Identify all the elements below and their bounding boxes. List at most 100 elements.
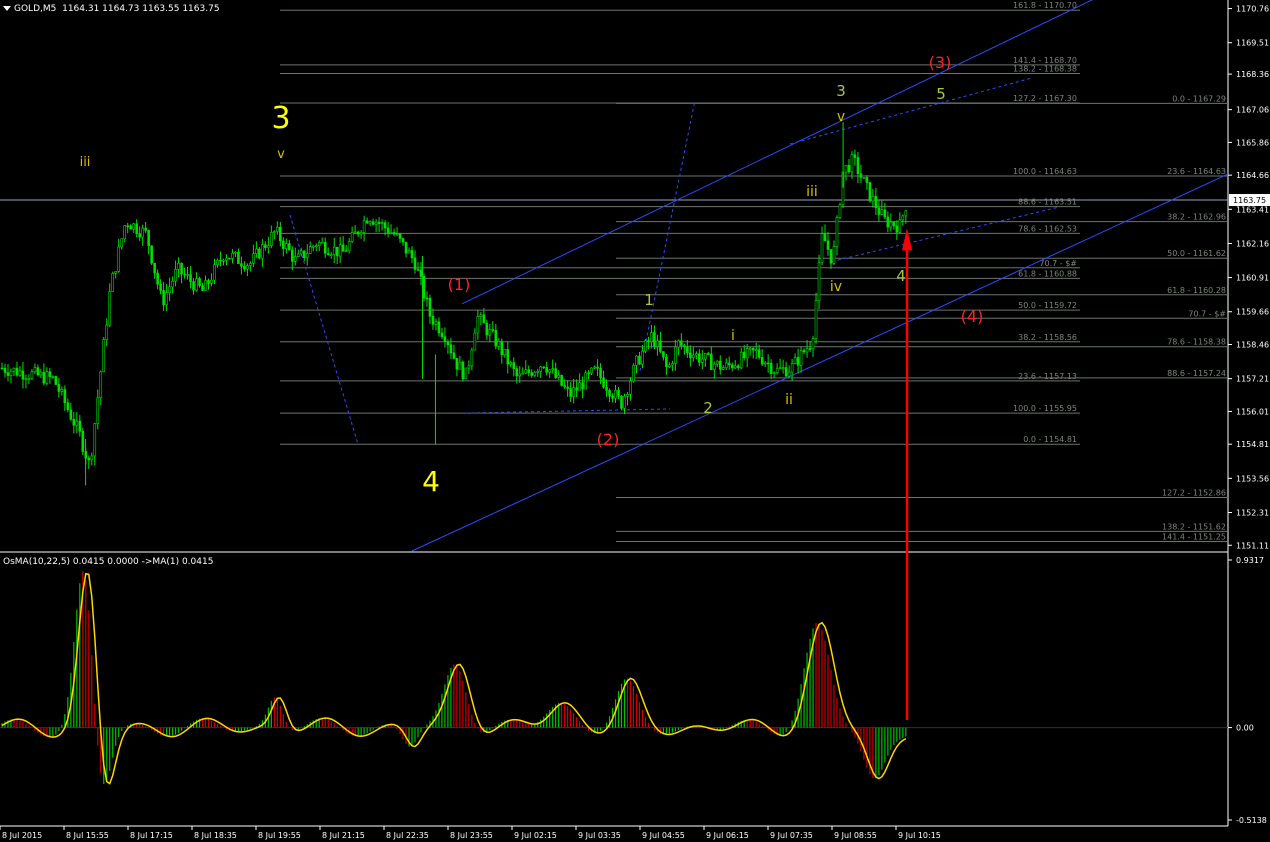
candle-body xyxy=(796,357,800,366)
candle-body xyxy=(276,226,279,232)
candle-body xyxy=(704,353,707,360)
time-tick-label: 8 Jul 2015 xyxy=(2,831,42,840)
candle-body xyxy=(440,332,444,337)
candle-body xyxy=(24,378,28,381)
candle-body xyxy=(701,358,704,363)
candle-body xyxy=(419,269,423,277)
candle-body xyxy=(332,246,336,255)
candle-body xyxy=(620,395,623,409)
candle-body xyxy=(452,352,456,359)
candle-body xyxy=(539,366,543,372)
candle-body xyxy=(895,225,899,233)
candle-body xyxy=(578,382,581,391)
candle-body xyxy=(467,365,471,369)
fib-level-label: 100.0 - 1164.63 xyxy=(1013,167,1077,176)
candle-body xyxy=(763,362,767,365)
candle-body xyxy=(273,231,276,233)
candle-body xyxy=(485,322,489,336)
candle-body xyxy=(811,338,815,350)
candle-body xyxy=(413,257,417,270)
candle-body xyxy=(129,225,132,230)
candle-body xyxy=(829,249,833,264)
price-tick-label: 1156.01 xyxy=(1236,407,1269,416)
candle-body xyxy=(464,367,468,380)
candle-body xyxy=(802,350,806,353)
fib-level-label: 78.6 - 1158.38 xyxy=(1167,338,1226,347)
candle-body xyxy=(240,263,243,267)
candle-body xyxy=(111,273,115,293)
candle-body xyxy=(449,344,453,354)
candle-body xyxy=(96,397,100,425)
candle-body xyxy=(476,316,480,334)
fib-level-label: 88.6 - 1163.51 xyxy=(1018,198,1077,207)
candle-body xyxy=(192,281,195,291)
candle-body xyxy=(901,215,905,221)
candle-body xyxy=(105,324,109,340)
wave-label: 1 xyxy=(644,291,654,309)
candle-body xyxy=(892,221,896,227)
candle-body xyxy=(135,223,138,234)
candle-body xyxy=(15,367,19,376)
candle-body xyxy=(368,221,372,224)
candle-body xyxy=(557,374,560,378)
candle-body xyxy=(93,423,97,457)
price-chart[interactable]: 1170.76 1169.51 1168.36 1167.06 1165.86 1164.… xyxy=(0,0,1270,842)
candle-body xyxy=(225,257,228,261)
candle-body xyxy=(641,350,644,365)
fib-level-label: 61.8 - 1160.88 xyxy=(1018,269,1077,278)
candle-body xyxy=(147,230,150,247)
fib-level-label: 78.6 - 1162.53 xyxy=(1018,224,1077,233)
candle-body xyxy=(0,367,4,370)
candle-body xyxy=(437,321,441,334)
candle-body xyxy=(560,374,563,386)
candle-body xyxy=(72,419,76,426)
candle-body xyxy=(237,251,240,264)
candle-body xyxy=(425,297,429,300)
candle-body xyxy=(201,285,204,291)
candle-body xyxy=(431,316,435,325)
price-tick-label: 1157.21 xyxy=(1236,375,1269,384)
candle-body xyxy=(198,278,201,287)
candle-body xyxy=(479,314,483,317)
candle-body xyxy=(219,259,222,262)
candle-body xyxy=(183,273,186,276)
candle-body xyxy=(299,250,303,255)
candle-body xyxy=(9,370,13,376)
candle-body xyxy=(347,241,351,252)
price-tick-label: 1164.66 xyxy=(1236,171,1269,180)
candle-body xyxy=(386,227,390,234)
price-tick-label: 1159.66 xyxy=(1236,308,1269,317)
candle-body xyxy=(838,204,842,218)
candle-body xyxy=(835,217,839,247)
candle-body xyxy=(524,369,528,374)
candle-body xyxy=(114,271,118,274)
time-tick-label: 9 Jul 06:15 xyxy=(706,831,749,840)
candle-body xyxy=(608,390,611,397)
candle-body xyxy=(3,367,7,373)
candle-body xyxy=(671,363,674,366)
wave-label: iii xyxy=(80,155,91,170)
candle-body xyxy=(853,154,857,158)
candle-body xyxy=(626,394,629,397)
candle-body xyxy=(288,243,291,251)
wave-label: v xyxy=(277,147,285,162)
candle-body xyxy=(141,227,144,238)
candle-body xyxy=(602,377,605,388)
candle-body xyxy=(264,244,267,248)
fib-level-label: 70.7 - $# xyxy=(1188,309,1226,318)
candle-body xyxy=(75,420,79,426)
fib-level-label: 100.0 - 1155.95 xyxy=(1013,404,1077,413)
candle-body xyxy=(120,238,124,248)
candle-body xyxy=(329,254,333,256)
time-tick-label: 9 Jul 10:15 xyxy=(898,831,941,840)
candle-body xyxy=(730,364,734,369)
price-tick-label: 1153.56 xyxy=(1236,474,1269,483)
candle-body xyxy=(380,222,384,224)
wave-label: iii xyxy=(806,184,818,200)
candle-body xyxy=(715,360,719,365)
candle-body xyxy=(6,372,10,376)
candle-body xyxy=(781,367,785,369)
candle-body xyxy=(587,372,590,375)
candle-body xyxy=(683,345,686,347)
candle-body xyxy=(766,362,770,365)
